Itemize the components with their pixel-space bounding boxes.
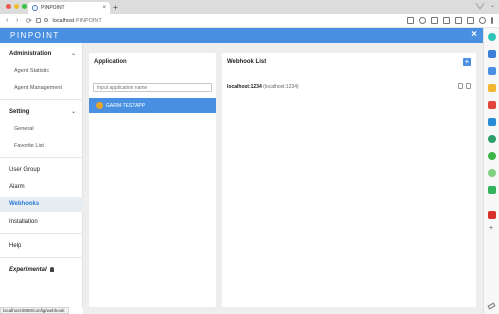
extension-4-icon[interactable]	[488, 84, 496, 92]
window-menu-chevron-icon[interactable]: ⌄	[490, 2, 495, 9]
extension-5-icon[interactable]	[488, 101, 496, 109]
webhook-list-item: localhost:1234 (localhost:1234)	[227, 84, 299, 90]
webhook-alias: (localhost:1234)	[263, 84, 299, 90]
divider	[0, 99, 83, 100]
browser-tab[interactable]: PINPOINT ×	[28, 2, 110, 14]
sidebar-item-agent-statistic[interactable]: Agent Statistic	[14, 68, 49, 74]
url-field[interactable]: localhost PINPOINT	[44, 18, 102, 24]
application-search-input[interactable]	[93, 83, 212, 92]
maximize-window-dot[interactable]	[22, 4, 27, 9]
sidebar-item-agent-management[interactable]: Agent Management	[14, 85, 62, 91]
pin-icon[interactable]	[487, 302, 496, 310]
tab-title: PINPOINT	[41, 5, 65, 11]
sidebar-heading-setting[interactable]: Setting	[9, 109, 29, 115]
extension-1-icon[interactable]	[488, 33, 496, 41]
extension-3-icon[interactable]	[488, 67, 496, 75]
divider	[0, 157, 83, 158]
config-sidebar: Administration ⌄ Agent Statistic Agent M…	[0, 43, 83, 307]
sidebar-item-experimental[interactable]: Experimental	[9, 267, 55, 273]
edit-icon[interactable]	[466, 83, 471, 89]
browser-tab-bar: PINPOINT × + ⌄	[0, 0, 499, 14]
add-webhook-button[interactable]: +	[463, 58, 471, 66]
new-tab-button[interactable]: +	[113, 3, 118, 12]
url-host: localhost	[52, 18, 75, 24]
sidebar-item-general[interactable]: General	[14, 126, 34, 132]
reload-icon[interactable]: ⟳	[26, 17, 32, 25]
back-icon[interactable]: ‹	[6, 17, 8, 24]
forward-icon[interactable]: ›	[16, 17, 18, 24]
browser-extension-sidebar: +	[483, 28, 499, 314]
pinpoint-favicon-icon	[32, 5, 38, 11]
experimental-label: Experimental	[9, 267, 47, 273]
sidebar-item-help[interactable]: Help	[9, 243, 21, 249]
user-icon	[50, 267, 55, 272]
delete-icon[interactable]	[458, 83, 463, 89]
main-content: Application GARM-TESTAPP Webhook List + …	[83, 43, 483, 307]
chevron-down-icon[interactable]: ⌄	[71, 108, 76, 115]
extension-icon[interactable]	[443, 17, 450, 24]
bookmark-star-icon[interactable]	[419, 17, 426, 24]
window-controls	[6, 4, 27, 9]
camera-icon[interactable]	[407, 17, 414, 24]
reading-list-icon[interactable]	[455, 17, 462, 24]
sidebar-item-favorite-list[interactable]: Favorite List	[14, 143, 44, 149]
add-extension-icon[interactable]: +	[489, 225, 493, 232]
minimize-window-dot[interactable]	[14, 4, 19, 9]
browser-toolbar	[407, 17, 493, 24]
application-panel: Application GARM-TESTAPP	[89, 53, 216, 307]
extension-11-icon[interactable]	[488, 211, 496, 219]
extension-6-icon[interactable]	[488, 118, 496, 126]
home-icon[interactable]	[36, 18, 41, 23]
pinpoint-logo[interactable]: PINPOINT	[10, 31, 60, 40]
sidebar-item-webhooks[interactable]: Webhooks	[9, 201, 39, 207]
chevron-down-icon[interactable]: ⌄	[71, 50, 76, 57]
address-bar: ‹ › ⟳ localhost PINPOINT	[0, 14, 499, 28]
close-config-icon[interactable]: ×	[471, 29, 477, 40]
extension-7-icon[interactable]	[488, 135, 496, 143]
account-icon[interactable]	[479, 17, 486, 24]
divider	[0, 257, 83, 258]
webhook-host: localhost:1234	[227, 84, 262, 90]
webhook-panel: Webhook List + localhost:1234 (localhost…	[222, 53, 476, 307]
bottom-background	[83, 307, 483, 314]
divider	[0, 233, 83, 234]
application-name: GARM-TESTAPP	[106, 103, 146, 109]
sidebar-item-alarm[interactable]: Alarm	[9, 184, 25, 190]
status-bar: localhost:8080/config/webhook	[0, 307, 69, 314]
sidebar-icon[interactable]	[467, 17, 474, 24]
sidebar-heading-administration[interactable]: Administration	[9, 51, 51, 57]
profile-icon[interactable]	[475, 1, 485, 11]
extension-8-icon[interactable]	[488, 152, 496, 160]
webhook-actions	[458, 83, 471, 89]
webhook-panel-title: Webhook List	[227, 59, 267, 65]
screenshot-icon[interactable]	[431, 17, 438, 24]
more-icon[interactable]	[491, 17, 493, 24]
extension-9-icon[interactable]	[488, 169, 496, 177]
application-list-item[interactable]: GARM-TESTAPP	[89, 98, 216, 113]
sidebar-item-installation[interactable]: Installation	[9, 219, 38, 225]
close-window-dot[interactable]	[6, 4, 11, 9]
app-type-icon	[96, 102, 103, 109]
extension-2-icon[interactable]	[488, 50, 496, 58]
extension-10-icon[interactable]	[488, 186, 496, 194]
tab-close-icon[interactable]: ×	[102, 5, 106, 11]
app-header: PINPOINT ×	[0, 28, 483, 43]
sidebar-item-user-group[interactable]: User Group	[9, 167, 40, 173]
info-icon	[44, 18, 48, 22]
application-panel-title: Application	[94, 59, 127, 65]
url-brand: PINPOINT	[75, 18, 102, 24]
